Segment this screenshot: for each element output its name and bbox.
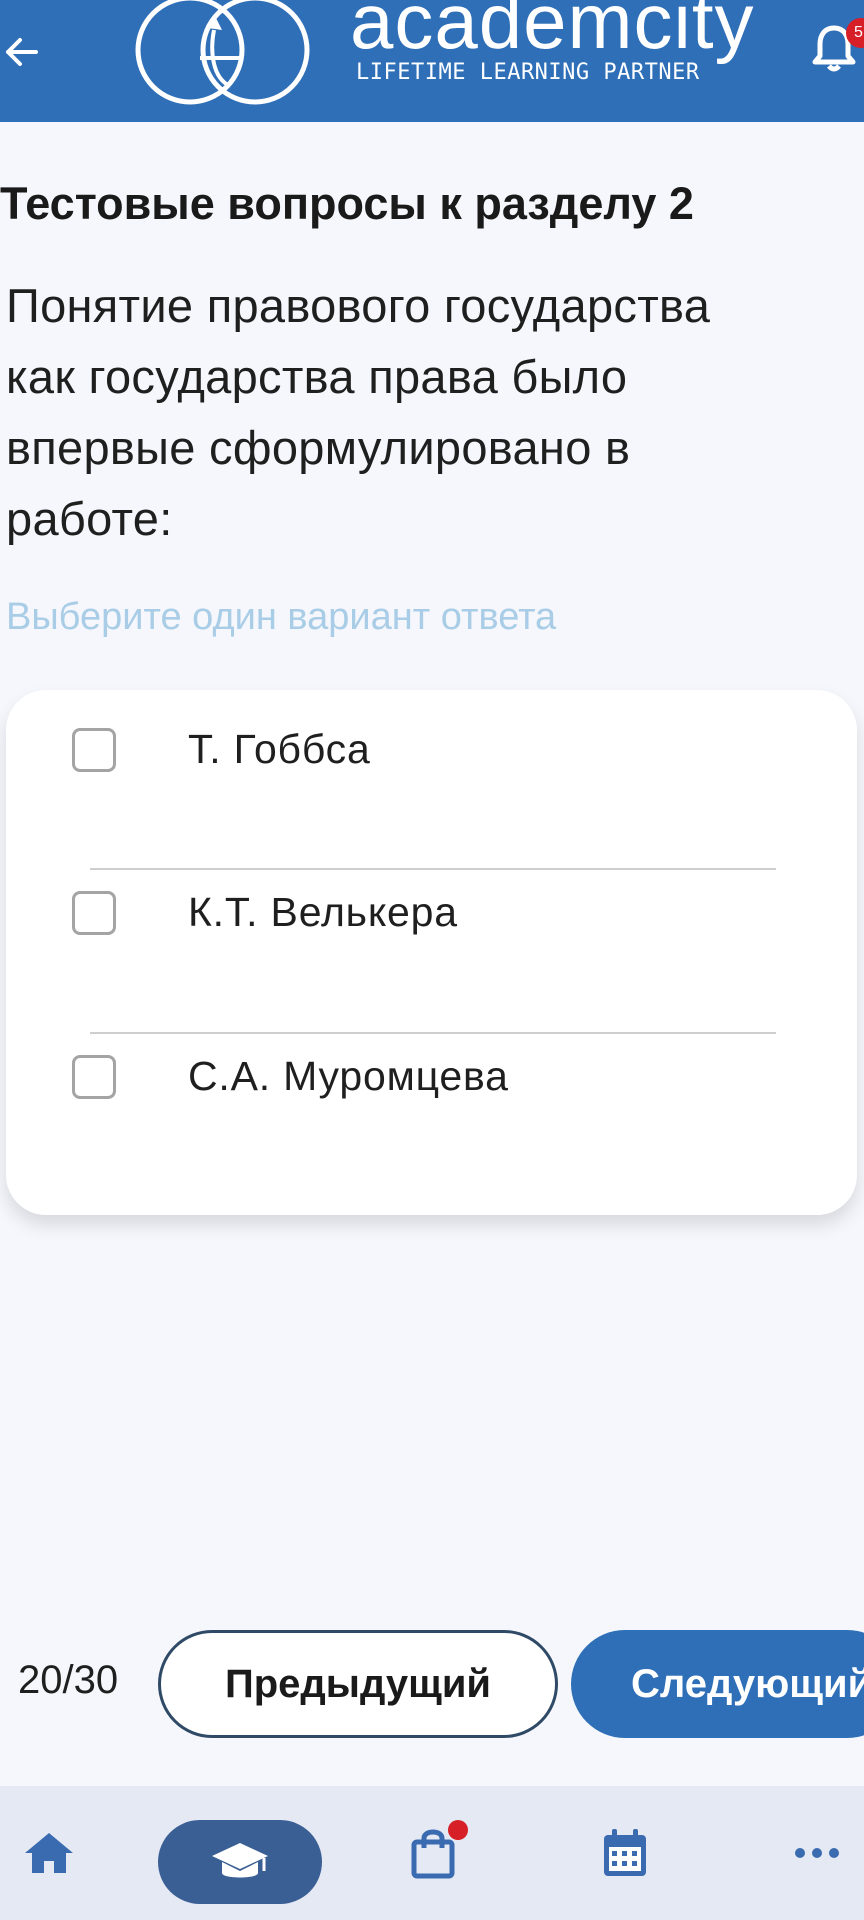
notifications-button[interactable]: 5 bbox=[812, 18, 864, 82]
screen: academcity LIFETIME LEARNING PARTNER 5 Т… bbox=[0, 0, 864, 1920]
home-icon bbox=[25, 1833, 73, 1873]
nav-calendar[interactable] bbox=[590, 1786, 660, 1920]
academcity-logo-icon bbox=[135, 0, 310, 105]
answer-option-label: Т. Гоббса bbox=[188, 726, 371, 772]
arrow-left-icon bbox=[6, 38, 38, 66]
previous-button[interactable]: Предыдущий bbox=[158, 1630, 558, 1738]
question-text: Понятие правового государства как госуда… bbox=[6, 270, 836, 554]
question-line: работе: bbox=[6, 492, 173, 545]
answer-option[interactable]: К.Т. Велькера bbox=[6, 853, 857, 973]
brand-tagline: LIFETIME LEARNING PARTNER bbox=[356, 60, 700, 85]
section-title: Тестовые вопросы к разделу 2 bbox=[0, 178, 694, 229]
answer-checkbox[interactable] bbox=[72, 891, 116, 935]
answer-option[interactable]: Т. Гоббса bbox=[6, 690, 857, 810]
nav-shop[interactable] bbox=[398, 1786, 468, 1920]
next-button[interactable]: Следующий bbox=[571, 1630, 864, 1738]
question-line: впервые сформулировано в bbox=[6, 421, 631, 474]
bottom-navigation bbox=[0, 1786, 864, 1920]
answer-option-label: К.Т. Велькера bbox=[188, 889, 458, 935]
answer-hint: Выберите один вариант ответа bbox=[6, 596, 557, 638]
question-counter: 20/30 bbox=[18, 1658, 119, 1702]
answer-options-card: Т. Гоббса К.Т. Велькера С.А. Муромцева bbox=[6, 690, 857, 1215]
app-header: academcity LIFETIME LEARNING PARTNER 5 bbox=[0, 0, 864, 122]
answer-option[interactable]: С.А. Муромцева bbox=[6, 1017, 857, 1137]
nav-courses[interactable] bbox=[158, 1820, 322, 1904]
nav-more[interactable] bbox=[782, 1786, 852, 1920]
graduation-cap-icon bbox=[212, 1843, 268, 1878]
cart-badge bbox=[448, 1820, 468, 1840]
calendar-icon bbox=[604, 1829, 646, 1876]
back-button[interactable] bbox=[0, 22, 44, 82]
nav-home[interactable] bbox=[14, 1786, 84, 1920]
more-icon bbox=[795, 1848, 839, 1858]
question-line: Понятие правового государства bbox=[6, 279, 711, 332]
question-line: как государства права было bbox=[6, 350, 628, 403]
answer-option-label: С.А. Муромцева bbox=[188, 1053, 509, 1099]
answer-checkbox[interactable] bbox=[72, 1055, 116, 1099]
brand-name: academcity bbox=[350, 0, 755, 65]
answer-checkbox[interactable] bbox=[72, 728, 116, 772]
